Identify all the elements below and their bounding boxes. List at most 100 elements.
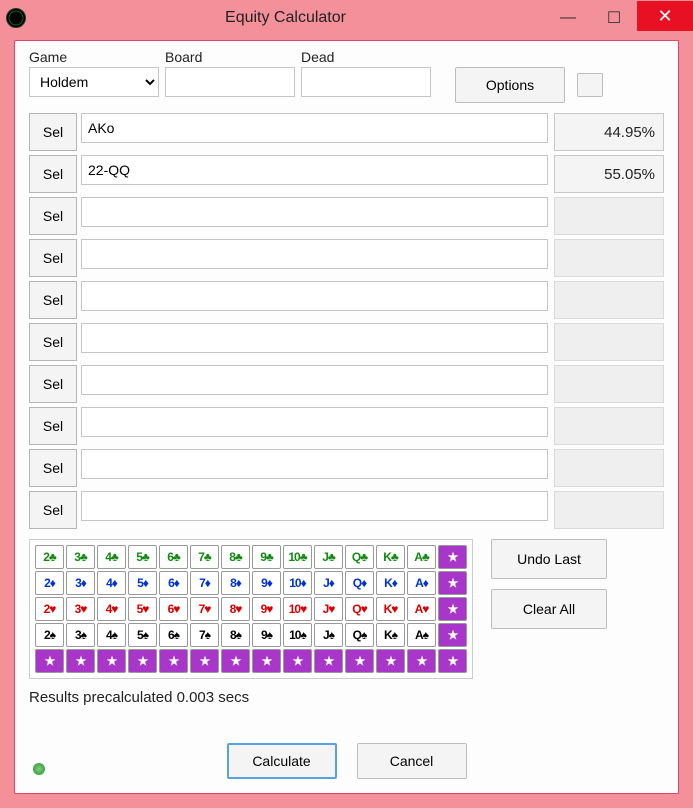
card-star-bottom-9[interactable]: ★ — [314, 649, 343, 673]
card-3-diamond[interactable]: 3♦ — [66, 571, 95, 595]
card-star-bottom-8[interactable]: ★ — [283, 649, 312, 673]
card-star-club[interactable]: ★ — [438, 545, 467, 569]
card-5-diamond[interactable]: 5♦ — [128, 571, 157, 595]
range-input[interactable] — [81, 323, 548, 353]
card-star-bottom-6[interactable]: ★ — [221, 649, 250, 673]
close-button[interactable]: ✕ — [637, 1, 693, 31]
card-3-club[interactable]: 3♣ — [66, 545, 95, 569]
card-star-bottom-4[interactable]: ★ — [159, 649, 188, 673]
card-6-diamond[interactable]: 6♦ — [159, 571, 188, 595]
sel-button[interactable]: Sel — [29, 365, 77, 403]
card-8-club[interactable]: 8♣ — [221, 545, 250, 569]
card-7-spade[interactable]: 7♠ — [190, 623, 219, 647]
card-star-diamond[interactable]: ★ — [438, 571, 467, 595]
card-star-bottom-13[interactable]: ★ — [438, 649, 467, 673]
card-A-spade[interactable]: A♠ — [407, 623, 436, 647]
card-Q-diamond[interactable]: Q♦ — [345, 571, 374, 595]
card-8-diamond[interactable]: 8♦ — [221, 571, 250, 595]
card-A-club[interactable]: A♣ — [407, 545, 436, 569]
card-9-heart[interactable]: 9♥ — [252, 597, 281, 621]
calculate-button[interactable]: Calculate — [227, 743, 337, 779]
card-star-bottom-2[interactable]: ★ — [97, 649, 126, 673]
card-A-heart[interactable]: A♥ — [407, 597, 436, 621]
card-star-bottom-11[interactable]: ★ — [376, 649, 405, 673]
card-2-club[interactable]: 2♣ — [35, 545, 64, 569]
card-J-spade[interactable]: J♠ — [314, 623, 343, 647]
card-star-spade[interactable]: ★ — [438, 623, 467, 647]
card-5-club[interactable]: 5♣ — [128, 545, 157, 569]
card-7-heart[interactable]: 7♥ — [190, 597, 219, 621]
card-7-diamond[interactable]: 7♦ — [190, 571, 219, 595]
card-10-club[interactable]: 10♣ — [283, 545, 312, 569]
card-A-diamond[interactable]: A♦ — [407, 571, 436, 595]
range-input[interactable] — [81, 491, 548, 521]
card-10-heart[interactable]: 10♥ — [283, 597, 312, 621]
range-input[interactable] — [81, 113, 548, 143]
card-4-spade[interactable]: 4♠ — [97, 623, 126, 647]
card-5-spade[interactable]: 5♠ — [128, 623, 157, 647]
card-K-club[interactable]: K♣ — [376, 545, 405, 569]
card-Q-club[interactable]: Q♣ — [345, 545, 374, 569]
maximize-button[interactable]: ☐ — [591, 4, 637, 32]
sel-button[interactable]: Sel — [29, 239, 77, 277]
card-9-spade[interactable]: 9♠ — [252, 623, 281, 647]
sel-button[interactable]: Sel — [29, 407, 77, 445]
sel-button[interactable]: Sel — [29, 281, 77, 319]
card-star-bottom-10[interactable]: ★ — [345, 649, 374, 673]
card-2-heart[interactable]: 2♥ — [35, 597, 64, 621]
card-4-heart[interactable]: 4♥ — [97, 597, 126, 621]
sel-button[interactable]: Sel — [29, 155, 77, 193]
card-2-spade[interactable]: 2♠ — [35, 623, 64, 647]
undo-last-button[interactable]: Undo Last — [491, 539, 607, 579]
card-10-diamond[interactable]: 10♦ — [283, 571, 312, 595]
card-J-heart[interactable]: J♥ — [314, 597, 343, 621]
card-4-club[interactable]: 4♣ — [97, 545, 126, 569]
card-8-heart[interactable]: 8♥ — [221, 597, 250, 621]
card-K-heart[interactable]: K♥ — [376, 597, 405, 621]
range-input[interactable] — [81, 407, 548, 437]
options-extra-button[interactable] — [577, 73, 603, 97]
sel-button[interactable]: Sel — [29, 323, 77, 361]
range-input[interactable] — [81, 365, 548, 395]
card-star-bottom-1[interactable]: ★ — [66, 649, 95, 673]
card-star-bottom-3[interactable]: ★ — [128, 649, 157, 673]
card-star-bottom-12[interactable]: ★ — [407, 649, 436, 673]
range-input[interactable] — [81, 239, 548, 269]
range-input[interactable] — [81, 281, 548, 311]
card-star-heart[interactable]: ★ — [438, 597, 467, 621]
card-Q-heart[interactable]: Q♥ — [345, 597, 374, 621]
range-input[interactable] — [81, 449, 548, 479]
card-8-spade[interactable]: 8♠ — [221, 623, 250, 647]
card-6-heart[interactable]: 6♥ — [159, 597, 188, 621]
clear-all-button[interactable]: Clear All — [491, 589, 607, 629]
card-star-bottom-5[interactable]: ★ — [190, 649, 219, 673]
game-select[interactable]: Holdem — [29, 67, 159, 97]
cancel-button[interactable]: Cancel — [357, 743, 467, 779]
card-star-bottom-0[interactable]: ★ — [35, 649, 64, 673]
card-star-bottom-7[interactable]: ★ — [252, 649, 281, 673]
card-J-club[interactable]: J♣ — [314, 545, 343, 569]
board-input[interactable] — [165, 67, 295, 97]
card-2-diamond[interactable]: 2♦ — [35, 571, 64, 595]
card-4-diamond[interactable]: 4♦ — [97, 571, 126, 595]
range-input[interactable] — [81, 155, 548, 185]
card-3-heart[interactable]: 3♥ — [66, 597, 95, 621]
range-input[interactable] — [81, 197, 548, 227]
card-9-club[interactable]: 9♣ — [252, 545, 281, 569]
card-K-diamond[interactable]: K♦ — [376, 571, 405, 595]
card-6-spade[interactable]: 6♠ — [159, 623, 188, 647]
sel-button[interactable]: Sel — [29, 197, 77, 235]
sel-button[interactable]: Sel — [29, 113, 77, 151]
card-3-spade[interactable]: 3♠ — [66, 623, 95, 647]
sel-button[interactable]: Sel — [29, 449, 77, 487]
card-Q-spade[interactable]: Q♠ — [345, 623, 374, 647]
card-7-club[interactable]: 7♣ — [190, 545, 219, 569]
card-6-club[interactable]: 6♣ — [159, 545, 188, 569]
minimize-button[interactable]: — — [545, 4, 591, 32]
sel-button[interactable]: Sel — [29, 491, 77, 529]
card-9-diamond[interactable]: 9♦ — [252, 571, 281, 595]
dead-input[interactable] — [301, 67, 431, 97]
card-J-diamond[interactable]: J♦ — [314, 571, 343, 595]
card-10-spade[interactable]: 10♠ — [283, 623, 312, 647]
options-button[interactable]: Options — [455, 67, 565, 103]
